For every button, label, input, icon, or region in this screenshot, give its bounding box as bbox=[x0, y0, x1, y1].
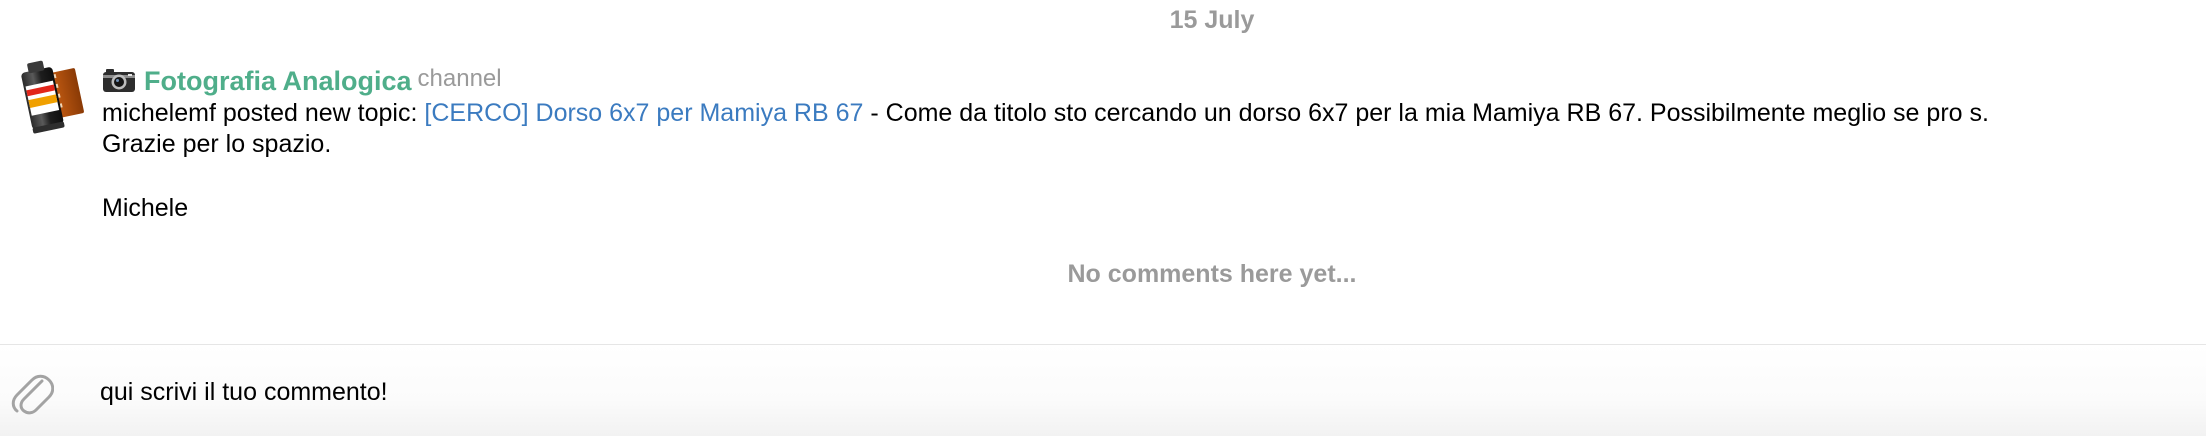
topic-link[interactable]: [CERCO] Dorso 6x7 per Mamiya RB 67 bbox=[424, 99, 863, 127]
date-separator: 15 July bbox=[1169, 6, 1255, 34]
channel-post: Fotografia Analogica channel michelemf po… bbox=[102, 62, 2192, 224]
no-comments-placeholder: No comments here yet... bbox=[1067, 260, 1357, 288]
post-body-line-2: Grazie per lo spazio. bbox=[102, 130, 332, 158]
post-author-prefix: michelemf posted new topic: bbox=[102, 99, 425, 127]
film-canister-avatar[interactable] bbox=[10, 56, 86, 136]
post-signature: Michele bbox=[102, 194, 189, 222]
post-body-spacer bbox=[102, 160, 2192, 193]
channel-tag: channel bbox=[417, 65, 502, 92]
post-excerpt: - Come da titolo sto cercando un dorso 6… bbox=[863, 99, 1989, 127]
comment-composer bbox=[0, 345, 2206, 436]
comment-input[interactable] bbox=[100, 375, 2180, 409]
channel-name[interactable]: Fotografia Analogica bbox=[144, 66, 412, 96]
channel-comments-view: 15 July Fotografia Analogica channel mic… bbox=[0, 0, 2206, 436]
camera-icon bbox=[103, 69, 135, 92]
post-header: Fotografia Analogica channel bbox=[102, 62, 2192, 96]
paperclip-icon[interactable] bbox=[8, 367, 54, 415]
post-body: michelemf posted new topic: [CERCO] Dors… bbox=[102, 98, 2192, 224]
post-body-line-1: michelemf posted new topic: [CERCO] Dors… bbox=[102, 98, 2192, 129]
